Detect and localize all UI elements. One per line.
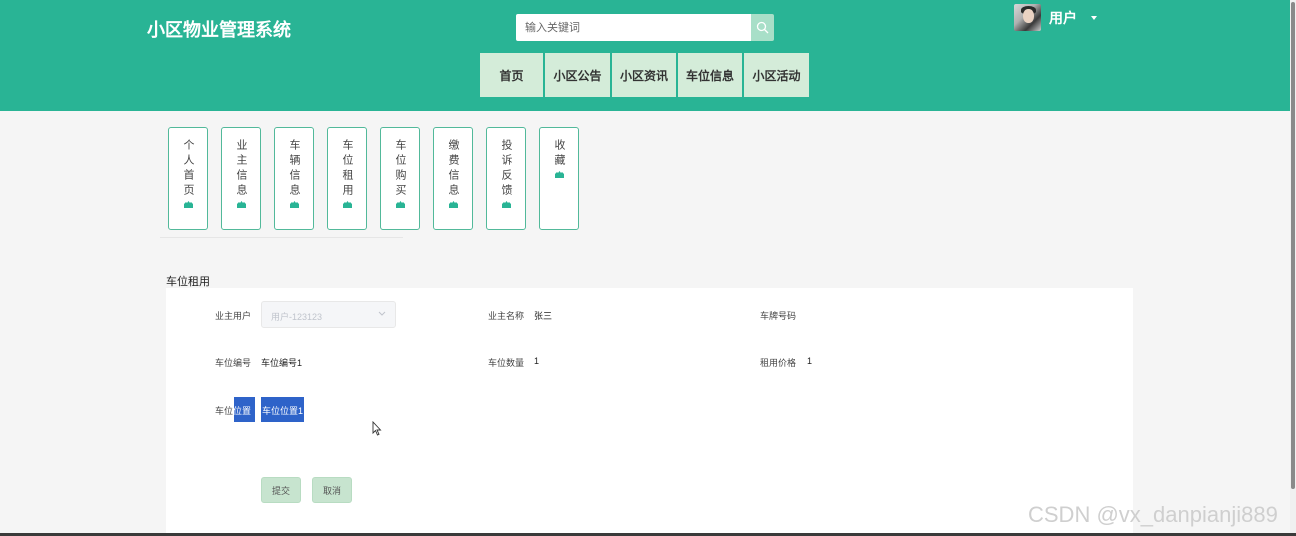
- space-location-value: 车位位置1: [262, 406, 304, 416]
- home-icon: [448, 201, 458, 208]
- space-number-label: 车位编号: [215, 358, 252, 368]
- search-icon: [756, 21, 769, 34]
- menu-item-space-rental[interactable]: 车位租用: [327, 127, 367, 230]
- home-icon: [501, 201, 511, 208]
- main-nav: 首页 小区公告 小区资讯 车位信息 小区活动: [480, 53, 809, 97]
- menu-item-label: 收藏: [553, 139, 565, 169]
- search-input[interactable]: [516, 14, 751, 41]
- menu-item-label: 投诉反馈: [500, 139, 512, 199]
- chevron-down-icon: [378, 311, 386, 316]
- page-title: 车位租用: [166, 276, 210, 288]
- rent-price-value: 1: [807, 356, 813, 366]
- watermark: CSDN @vx_danpianji889: [1028, 502, 1278, 527]
- owner-user-value: 用户-123123: [271, 312, 323, 322]
- space-number-value: 车位编号1: [261, 358, 303, 368]
- header-scallop-border: [0, 108, 1296, 112]
- menu-item-personal-home[interactable]: 个人首页: [168, 127, 208, 230]
- rental-form: 业主用户 用户-123123 业主名称 张三 车牌号码 车位编号 车位编号1 车…: [166, 288, 1133, 536]
- site-title[interactable]: 小区物业管理系统: [147, 16, 291, 42]
- menu-item-label: 缴费信息: [447, 139, 459, 199]
- rent-price-label: 租用价格: [760, 358, 797, 368]
- space-location-label: 车位位置: [215, 406, 252, 416]
- home-icon: [342, 201, 352, 208]
- nav-item-parking-info[interactable]: 车位信息: [678, 53, 744, 97]
- menu-item-owner-info[interactable]: 业主信息: [221, 127, 261, 230]
- user-menu[interactable]: 用户: [1014, 4, 1097, 31]
- divider: [160, 237, 403, 238]
- header: 小区物业管理系统 用户 首页 小区公告 小区资讯 车位信息 小区活动: [0, 0, 1296, 111]
- menu-item-favorites[interactable]: 收藏: [539, 127, 579, 230]
- mouse-cursor-icon: [372, 421, 382, 436]
- avatar[interactable]: [1014, 4, 1041, 31]
- user-side-menu: 个人首页 业主信息 车辆信息 车位租用 车位购买 缴费信息 投诉反馈 收藏: [168, 127, 592, 230]
- cancel-button[interactable]: 取消: [312, 477, 352, 503]
- menu-item-label: 业主信息: [235, 139, 247, 199]
- space-count-label: 车位数量: [488, 358, 525, 368]
- submit-button[interactable]: 提交: [261, 477, 301, 503]
- nav-item-home[interactable]: 首页: [480, 53, 545, 97]
- menu-item-label: 车位租用: [341, 139, 353, 199]
- home-icon: [554, 171, 564, 178]
- home-icon: [395, 201, 405, 208]
- owner-name-label: 业主名称: [488, 311, 525, 321]
- home-icon: [183, 201, 193, 208]
- menu-item-vehicle-info[interactable]: 车辆信息: [274, 127, 314, 230]
- menu-item-label: 车辆信息: [288, 139, 300, 199]
- nav-item-announcements[interactable]: 小区公告: [545, 53, 612, 97]
- menu-item-payment-info[interactable]: 缴费信息: [433, 127, 473, 230]
- user-name[interactable]: 用户: [1049, 8, 1077, 28]
- owner-user-select[interactable]: 用户-123123: [261, 301, 396, 328]
- plate-number-label: 车牌号码: [760, 311, 797, 321]
- menu-item-complaints[interactable]: 投诉反馈: [486, 127, 526, 230]
- home-icon: [289, 201, 299, 208]
- nav-item-activities[interactable]: 小区活动: [744, 53, 809, 97]
- scrollbar-thumb[interactable]: [1291, 2, 1295, 489]
- nav-item-news[interactable]: 小区资讯: [612, 53, 678, 97]
- owner-name-value: 张三: [534, 311, 553, 321]
- menu-item-space-purchase[interactable]: 车位购买: [380, 127, 420, 230]
- space-count-value: 1: [534, 356, 540, 366]
- search-button[interactable]: [751, 14, 774, 41]
- menu-item-label: 车位购买: [394, 139, 406, 199]
- chevron-down-icon[interactable]: [1091, 15, 1097, 20]
- owner-user-label: 业主用户: [215, 311, 252, 321]
- menu-item-label: 个人首页: [182, 139, 194, 199]
- search-box: [516, 14, 774, 41]
- home-icon: [236, 201, 246, 208]
